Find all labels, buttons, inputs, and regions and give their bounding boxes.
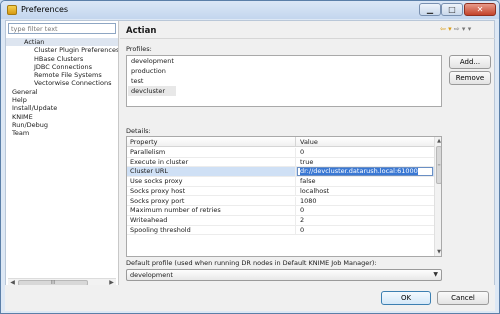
property-cell: Execute in cluster	[127, 157, 296, 167]
tree-item-cluster-plugin-preferences[interactable]: Cluster Plugin Preferences	[6, 46, 118, 54]
page-title: Actian	[126, 26, 157, 36]
title-bar[interactable]: Preferences ▁ □ ✕	[1, 1, 499, 19]
ok-button[interactable]: OK	[381, 291, 431, 305]
tree-item-team[interactable]: Team	[6, 129, 118, 137]
page-nav: ⇦ ▾ ⇨ ▾ ▾	[440, 25, 471, 33]
window-title: Preferences	[21, 5, 69, 14]
tree-item-actian[interactable]: Actian	[6, 38, 118, 47]
profile-item-test[interactable]: test	[128, 76, 176, 86]
view-menu-icon[interactable]: ▾	[468, 25, 472, 33]
value-cell[interactable]: 0	[297, 226, 434, 235]
back-arrow-icon[interactable]: ⇦ ▾	[440, 25, 452, 33]
property-cell: Writeahead	[127, 215, 296, 225]
table-row[interactable]: Socks proxy host localhost	[127, 186, 434, 197]
preference-page: Actian ⇦ ▾ ⇨ ▾ ▾ Profiles: development p…	[120, 21, 495, 289]
tree-item-install-update[interactable]: Install/Update	[6, 104, 118, 112]
profile-item-devcluster[interactable]: devcluster	[128, 86, 176, 96]
value-cell[interactable]: localhost	[297, 187, 434, 196]
column-header-property[interactable]: Property	[127, 137, 296, 147]
tree-item-hbase-clusters[interactable]: HBase Clusters	[6, 55, 118, 63]
tree-item-remote-file-systems[interactable]: Remote File Systems	[6, 71, 118, 79]
scroll-up-arrow-icon[interactable]: ▲	[435, 137, 441, 145]
table-row[interactable]: Execute in cluster true	[127, 157, 434, 168]
column-header-value[interactable]: Value	[297, 137, 434, 147]
value-cell[interactable]: 0	[297, 206, 434, 215]
tree-item-run-debug[interactable]: Run/Debug	[6, 121, 118, 129]
default-profile-label: Default profile (used when running DR no…	[126, 259, 377, 267]
dropdown-arrow-icon: ▼	[433, 271, 438, 278]
minimize-button[interactable]: ▁	[419, 3, 441, 16]
preference-tree-panel: Actian Cluster Plugin Preferences HBase …	[6, 21, 119, 289]
tree-item-jdbc-connections[interactable]: JDBC Connections	[6, 63, 118, 71]
table-row[interactable]: Socks proxy port 1080	[127, 196, 434, 207]
value-cell[interactable]: false	[297, 177, 434, 186]
property-cell: Spooling threshold	[127, 225, 296, 235]
table-row[interactable]: Writeahead 2	[127, 215, 434, 226]
property-cell: Socks proxy host	[127, 186, 296, 196]
tree-item-vectorwise-connections[interactable]: Vectorwise Connections	[6, 79, 118, 87]
details-header: Property Value	[127, 137, 434, 147]
title-divider	[120, 38, 495, 39]
close-button[interactable]: ✕	[464, 3, 496, 16]
property-cell: Socks proxy port	[127, 196, 296, 206]
preference-tree: Actian Cluster Plugin Preferences HBase …	[6, 38, 118, 138]
property-cell: Cluster URL	[127, 167, 296, 177]
cluster-url-selected-text: dr://devcluster.datarush.local:61000	[300, 167, 418, 176]
profile-item-production[interactable]: production	[128, 66, 176, 76]
scroll-down-arrow-icon[interactable]: ▼	[435, 248, 441, 256]
tree-item-general[interactable]: General	[6, 88, 118, 96]
profiles-label: Profiles:	[126, 45, 152, 53]
value-cell[interactable]: 2	[297, 216, 434, 225]
property-cell: Maximum number of retries	[127, 206, 296, 216]
cluster-url-input[interactable]: dr://devcluster.datarush.local:61000	[297, 167, 433, 177]
add-profile-button[interactable]: Add...	[449, 55, 491, 69]
details-label: Details:	[126, 127, 151, 135]
value-cell[interactable]: true	[297, 158, 434, 167]
property-cell: Parallelism	[127, 148, 296, 157]
details-vertical-scrollbar[interactable]: ▲ ≡ ▼	[434, 137, 441, 256]
maximize-button[interactable]: □	[441, 3, 463, 16]
table-row[interactable]: Spooling threshold 0	[127, 225, 434, 236]
table-row[interactable]: Maximum number of retries 0	[127, 206, 434, 216]
value-cell[interactable]: 1080	[297, 197, 434, 206]
preferences-app-icon	[7, 5, 17, 15]
cancel-button[interactable]: Cancel	[437, 291, 489, 305]
property-cell: Use socks proxy	[127, 177, 296, 187]
default-profile-select[interactable]: development ▼	[126, 269, 442, 281]
forward-arrow-icon[interactable]: ⇨ ▾	[454, 25, 466, 33]
profiles-list[interactable]: development production test devcluster	[126, 55, 442, 107]
table-row-selected[interactable]: Cluster URL dr://devcluster.datarush.loc…	[127, 167, 434, 178]
tree-item-help[interactable]: Help	[6, 96, 118, 104]
dialog-content: Actian Cluster Plugin Preferences HBase …	[5, 20, 495, 293]
profile-item-development[interactable]: development	[128, 56, 176, 66]
details-table: Property Value Parallelism 0 Execute in …	[126, 136, 442, 257]
default-profile-value: development	[130, 271, 173, 279]
preferences-window: Preferences ▁ □ ✕ Actian Cluster Plugin …	[0, 0, 500, 314]
tree-item-knime[interactable]: KNIME	[6, 113, 118, 121]
scroll-thumb[interactable]: ≡	[436, 146, 441, 184]
filter-input[interactable]	[8, 23, 116, 34]
table-row[interactable]: Use socks proxy false	[127, 177, 434, 187]
remove-profile-button[interactable]: Remove	[449, 71, 491, 85]
table-row[interactable]: Parallelism 0	[127, 148, 434, 158]
value-cell[interactable]: 0	[297, 148, 434, 157]
